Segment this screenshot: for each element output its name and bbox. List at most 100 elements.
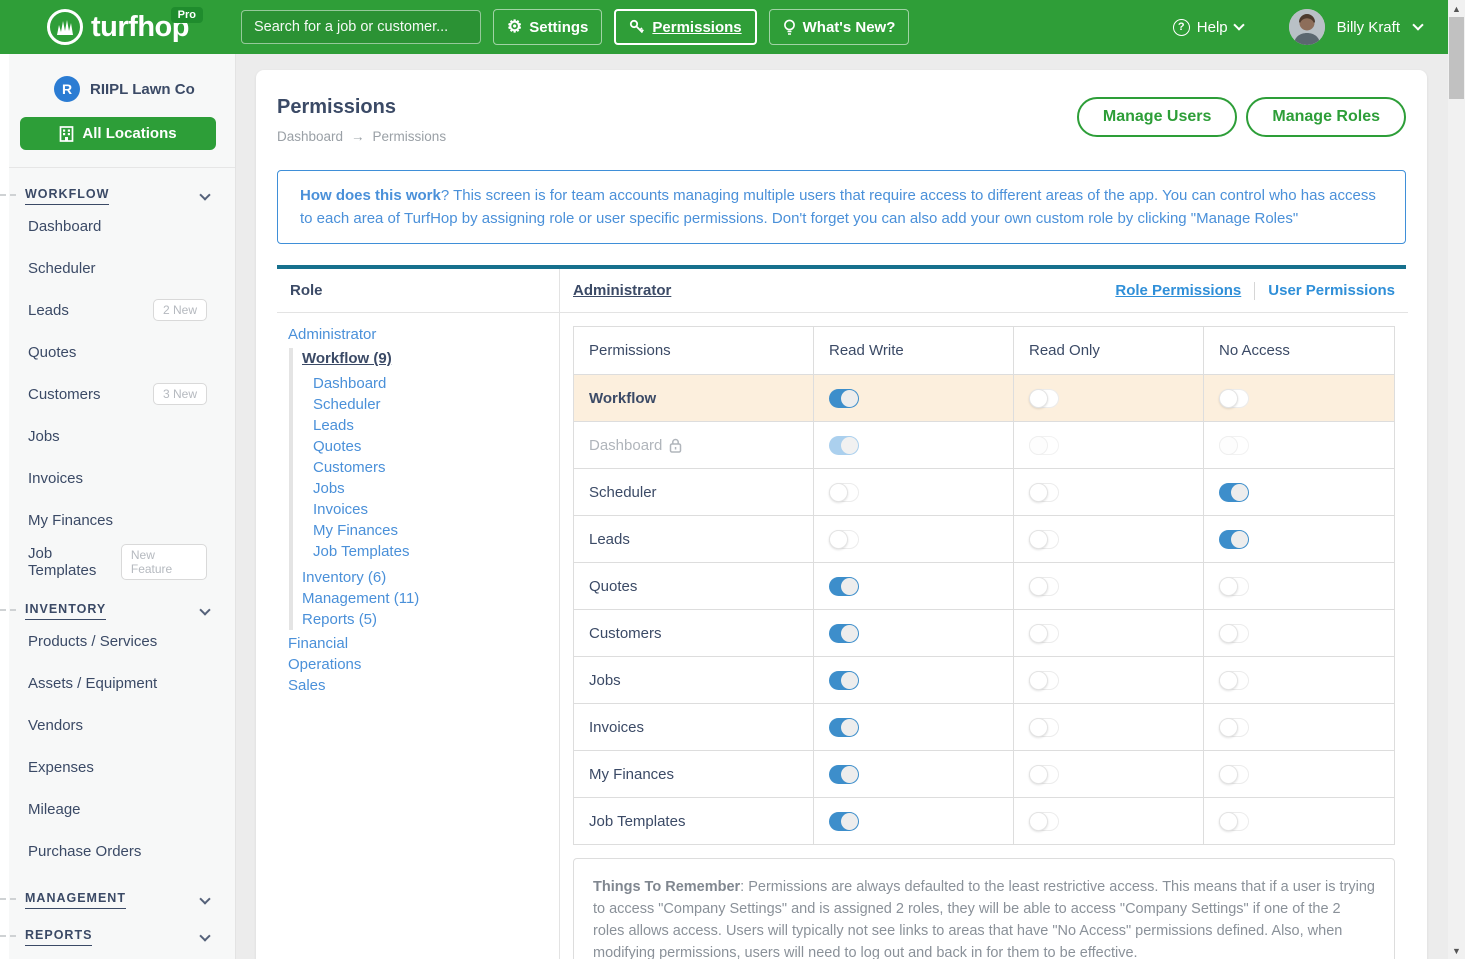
toggle-read-only[interactable]	[1029, 765, 1059, 784]
whats-new-button[interactable]: What's New?	[769, 9, 910, 45]
new-count-badge: 2 New	[153, 299, 207, 321]
toggle-no-access[interactable]	[1219, 530, 1249, 549]
toggle-read-write[interactable]	[829, 812, 859, 831]
sidebar-section-workflow[interactable]: WORKFLOW	[0, 168, 235, 205]
toggle-read-only[interactable]	[1029, 671, 1059, 690]
tree-item-invoices[interactable]: Invoices	[302, 499, 559, 520]
sidebar-item-invoices[interactable]: Invoices	[0, 457, 235, 499]
sidebar-item-mileage[interactable]: Mileage	[0, 788, 235, 830]
tree-item-sales[interactable]: Sales	[288, 675, 559, 696]
breadcrumb: Dashboard → Permissions	[277, 129, 446, 144]
tree-item-inventory[interactable]: Inventory (6)	[302, 567, 559, 588]
toggle-read-write[interactable]	[829, 389, 859, 408]
toggle-no-access[interactable]	[1219, 389, 1249, 408]
company-avatar[interactable]: R	[54, 76, 80, 102]
tree-item-quotes[interactable]: Quotes	[302, 436, 559, 457]
toggle-read-write[interactable]	[829, 624, 859, 643]
user-name[interactable]: Billy Kraft	[1337, 19, 1400, 36]
col-permissions: Permissions	[574, 327, 814, 374]
permissions-button[interactable]: Permissions	[614, 9, 756, 45]
toggle-read-only[interactable]	[1029, 530, 1059, 549]
manage-roles-button[interactable]: Manage Roles	[1246, 97, 1406, 137]
user-chevron-down-icon[interactable]	[1412, 19, 1423, 30]
scroll-up-arrow[interactable]: ▲	[1448, 0, 1465, 17]
tree-item-scheduler[interactable]: Scheduler	[302, 394, 559, 415]
toggle-read-write[interactable]	[829, 577, 859, 596]
tree-item-dashboard[interactable]: Dashboard	[302, 373, 559, 394]
breadcrumb-current: Permissions	[373, 129, 447, 144]
tree-item-reports[interactable]: Reports (5)	[302, 609, 559, 630]
sidebar-item-jobs[interactable]: Jobs	[0, 415, 235, 457]
app-logo[interactable]: turfhop Pro	[46, 8, 189, 46]
global-search-input[interactable]	[241, 10, 481, 44]
tree-item-job-templates[interactable]: Job Templates	[302, 541, 559, 562]
sidebar-item-products-services[interactable]: Products / Services	[0, 620, 235, 662]
sidebar-item-scheduler[interactable]: Scheduler	[0, 247, 235, 289]
sidebar-item-vendors[interactable]: Vendors	[0, 704, 235, 746]
chevron-down-icon	[1233, 19, 1244, 30]
toggle-no-access[interactable]	[1219, 624, 1249, 643]
toggle-read-only[interactable]	[1029, 812, 1059, 831]
sidebar-item-dashboard[interactable]: Dashboard	[0, 205, 235, 247]
tree-item-workflow[interactable]: Workflow (9)	[302, 348, 559, 369]
sidebar-item-job-templates[interactable]: Job Templates New Feature	[0, 541, 235, 583]
sidebar-item-my-finances[interactable]: My Finances	[0, 499, 235, 541]
manage-users-button[interactable]: Manage Users	[1077, 97, 1238, 137]
scroll-down-arrow[interactable]: ▼	[1448, 942, 1465, 959]
info-banner-text: ? This screen is for team accounts manag…	[300, 187, 1376, 227]
sidebar-item-assets-equipment[interactable]: Assets / Equipment	[0, 662, 235, 704]
sidebar-item-expenses[interactable]: Expenses	[0, 746, 235, 788]
tab-role-permissions[interactable]: Role Permissions	[1115, 282, 1241, 299]
toggle-no-access[interactable]	[1219, 483, 1249, 502]
toggle-read-only[interactable]	[1029, 389, 1059, 408]
tree-item-management[interactable]: Management (11)	[302, 588, 559, 609]
tree-item-customers[interactable]: Customers	[302, 457, 559, 478]
selected-role-label[interactable]: Administrator	[573, 282, 671, 299]
toggle-no-access[interactable]	[1219, 765, 1249, 784]
toggle-read-write[interactable]	[829, 483, 859, 502]
table-header-row: Permissions Read Write Read Only No Acce…	[574, 327, 1394, 374]
sidebar-item-quotes[interactable]: Quotes	[0, 331, 235, 373]
tree-item-administrator[interactable]: Administrator	[288, 324, 559, 345]
all-locations-button[interactable]: All Locations	[20, 117, 216, 150]
breadcrumb-dashboard[interactable]: Dashboard	[277, 129, 343, 144]
chevron-down-icon	[199, 604, 210, 615]
toggle-no-access[interactable]	[1219, 671, 1249, 690]
toggle-read-write[interactable]	[829, 765, 859, 784]
page-scrollbar[interactable]: ▲ ▼	[1448, 0, 1465, 959]
table-row-dashboard: Dashboard	[574, 421, 1394, 468]
col-no-access: No Access	[1204, 327, 1394, 374]
table-row-invoices: Invoices	[574, 703, 1394, 750]
sidebar-section-inventory[interactable]: INVENTORY	[0, 583, 235, 620]
col-read-write: Read Write	[814, 327, 1014, 374]
settings-button[interactable]: Settings	[493, 9, 602, 45]
user-avatar[interactable]	[1289, 9, 1325, 45]
toggle-read-write[interactable]	[829, 530, 859, 549]
toggle-read-only[interactable]	[1029, 577, 1059, 596]
tree-item-operations[interactable]: Operations	[288, 654, 559, 675]
sidebar-section-reports[interactable]: REPORTS	[0, 909, 235, 946]
toggle-read-only[interactable]	[1029, 718, 1059, 737]
permissions-card: Permissions Dashboard → Permissions Mana…	[256, 70, 1427, 959]
help-label: Help	[1197, 19, 1228, 36]
toggle-no-access[interactable]	[1219, 718, 1249, 737]
toggle-read-write[interactable]	[829, 671, 859, 690]
main-area: Permissions Dashboard → Permissions Mana…	[237, 54, 1448, 959]
toggle-no-access[interactable]	[1219, 577, 1249, 596]
toggle-read-only[interactable]	[1029, 624, 1059, 643]
sidebar-item-leads[interactable]: Leads 2 New	[0, 289, 235, 331]
key-icon	[629, 19, 645, 35]
sidebar-item-customers[interactable]: Customers 3 New	[0, 373, 235, 415]
tree-item-jobs[interactable]: Jobs	[302, 478, 559, 499]
toggle-read-write[interactable]	[829, 718, 859, 737]
toggle-no-access[interactable]	[1219, 812, 1249, 831]
scrollbar-thumb[interactable]	[1449, 17, 1464, 99]
toggle-read-only[interactable]	[1029, 483, 1059, 502]
sidebar-section-management[interactable]: MANAGEMENT	[0, 872, 235, 909]
sidebar-item-purchase-orders[interactable]: Purchase Orders	[0, 830, 235, 872]
tab-user-permissions[interactable]: User Permissions	[1268, 282, 1395, 299]
help-menu[interactable]: ? Help	[1173, 19, 1243, 36]
tree-item-leads[interactable]: Leads	[302, 415, 559, 436]
tree-item-financial[interactable]: Financial	[288, 633, 559, 654]
tree-item-my-finances[interactable]: My Finances	[302, 520, 559, 541]
